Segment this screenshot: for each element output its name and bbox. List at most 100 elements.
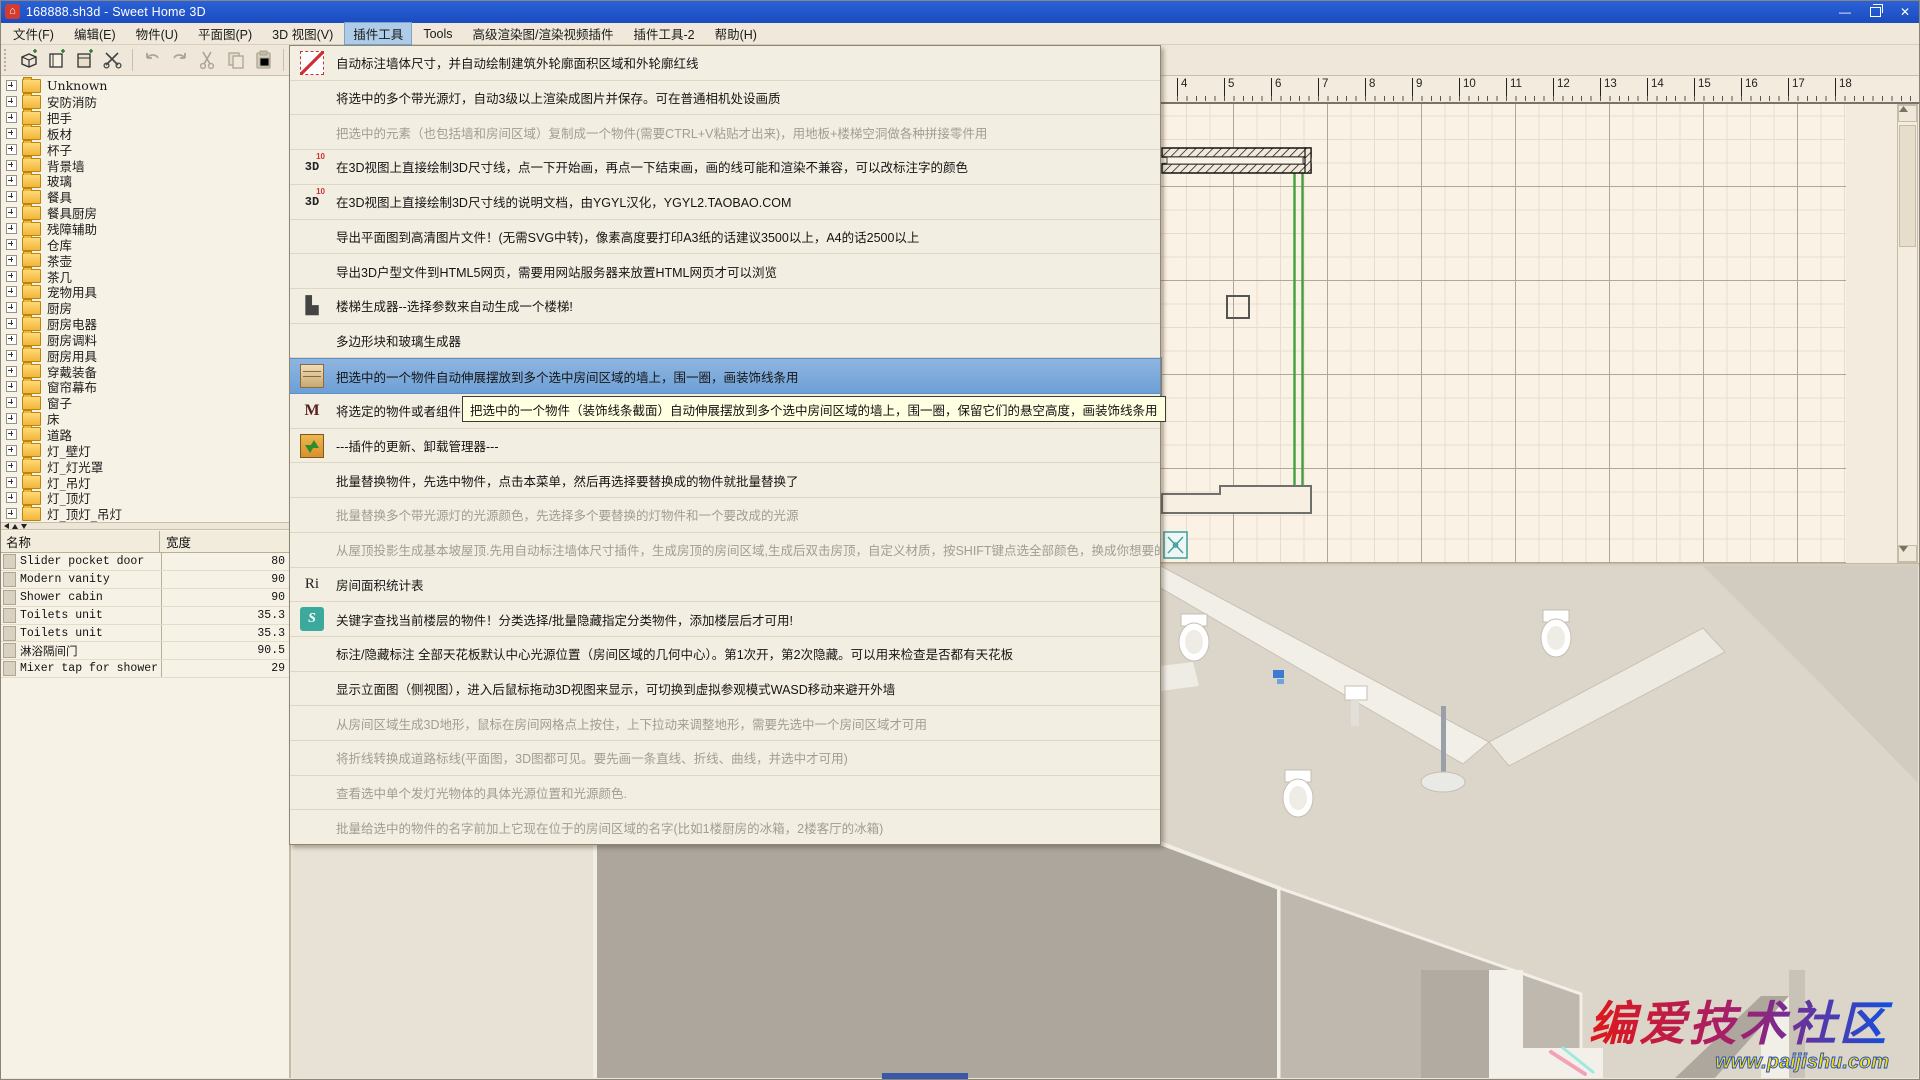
menu-root-item[interactable]: 帮助(H) <box>706 22 766 45</box>
plugin-menu-item[interactable]: 在3D视图上直接绘制3D尺寸线的说明文档，由YGYL汉化，YGYL2.TAOBA… <box>290 185 1160 220</box>
expand-plus-icon[interactable] <box>6 96 17 107</box>
modify-tool-button[interactable] <box>100 47 126 73</box>
column-outline[interactable] <box>1227 296 1249 318</box>
plugin-menu-item[interactable]: 关键字查找当前楼层的物件！分类选择/批量隐藏指定分类物件，添加楼层后才可用! <box>290 602 1160 637</box>
expand-plus-icon[interactable] <box>6 160 17 171</box>
tree-category-row[interactable]: 灯_顶灯_吊灯 <box>6 506 289 522</box>
menu-root-item[interactable]: Tools <box>414 25 461 43</box>
import-furniture-button[interactable] <box>44 47 70 73</box>
copy-button[interactable] <box>223 47 249 73</box>
plugin-menu-item[interactable]: 标注/隐藏标注 全部天花板默认中心光源位置（房间区域的几何中心）。第1次开，第2… <box>290 637 1160 672</box>
expand-plus-icon[interactable] <box>6 381 17 392</box>
expand-plus-icon[interactable] <box>6 366 17 377</box>
selected-wall-lines[interactable] <box>1162 156 1303 486</box>
expand-plus-icon[interactable] <box>6 397 17 408</box>
furniture-row[interactable]: Shower cabin 90 <box>0 589 289 607</box>
plugin-menu-item[interactable]: ---插件的更新、卸载管理器--- <box>290 429 1160 464</box>
expand-plus-icon[interactable] <box>6 223 17 234</box>
expand-plus-icon[interactable] <box>6 302 17 313</box>
toilet[interactable] <box>1541 610 1571 657</box>
menu-root-item[interactable]: 物件(U) <box>127 22 187 45</box>
plugin-menu-item[interactable]: 把选中的元素（也包括墙和房间区域）复制成一个物件(需要CTRL+V粘贴才出来)，… <box>290 115 1160 150</box>
scroll-up-arrow-icon[interactable] <box>1898 105 1917 122</box>
plugin-menu-item[interactable]: 批量替换物件，先选中物件，点击本菜单，然后再选择要替换成的物件就批量替换了 <box>290 463 1160 498</box>
cut-button[interactable] <box>195 47 221 73</box>
paste-button[interactable] <box>251 47 277 73</box>
plugin-menu-item[interactable]: 从屋顶投影生成基本坡屋顶.先用自动标注墙体尺寸插件，生成房顶的房间区域,生成后双… <box>290 533 1160 568</box>
plugin-menu-item[interactable]: 从房间区域生成3D地形，鼠标在房间网格点上按住，上下拉动来调整地形，需要先选中一… <box>290 706 1160 741</box>
wall-outline[interactable] <box>1162 486 1311 513</box>
furniture-catalog-tree[interactable]: Unknown 安防消防 把手 板材 杯 <box>0 75 289 522</box>
expand-plus-icon[interactable] <box>6 128 17 139</box>
minimize-button[interactable]: — <box>1830 0 1860 23</box>
menu-root-item[interactable]: 编辑(E) <box>65 22 125 45</box>
splitter-down-arrow-icon[interactable] <box>21 524 27 529</box>
plugin-menu-item[interactable]: 房间面积统计表 <box>290 568 1160 603</box>
furniture-row[interactable]: Mixer tap for shower 29 <box>0 660 289 678</box>
expand-plus-icon[interactable] <box>6 508 17 519</box>
plugin-menu-item[interactable]: 批量替换多个带光源灯的光源颜色，先选择多个要替换的灯物件和一个要改成的光源 <box>290 498 1160 533</box>
column-header-width[interactable]: 宽度 <box>160 531 289 552</box>
plugin-menu-item[interactable]: 将折线转换成道路标线(平面图，3D图都可见。要先画一条直线、折线、曲线，并选中才… <box>290 741 1160 776</box>
plugin-menu-item[interactable]: 查看选中单个发灯光物体的具体光源位置和光源颜色. <box>290 776 1160 811</box>
menu-root-item[interactable]: 3D 视图(V) <box>263 22 342 45</box>
furniture-row[interactable]: Toilets unit 35.3 <box>0 607 289 625</box>
expand-plus-icon[interactable] <box>6 239 17 250</box>
furniture-row[interactable]: Slider pocket door 80 <box>0 553 289 571</box>
expand-plus-icon[interactable] <box>6 191 17 202</box>
menu-item-label: 显示立面图（侧视图），进入后鼠标拖动3D视图来显示，可切换到虚拟参观模式WASD… <box>336 679 895 698</box>
expand-plus-icon[interactable] <box>6 271 17 282</box>
expand-plus-icon[interactable] <box>6 255 17 266</box>
close-button[interactable]: ✕ <box>1890 0 1920 23</box>
expand-plus-icon[interactable] <box>6 461 17 472</box>
splitter-left-arrow-icon[interactable] <box>4 523 9 529</box>
plugin-menu-item[interactable]: 多边形块和玻璃生成器 <box>290 324 1160 359</box>
plugin-menu-item[interactable]: 把选中的一个物件自动伸展摆放到多个选中房间区域的墙上，围一圈，画装饰线条用 <box>290 358 1160 394</box>
undo-button[interactable] <box>139 47 165 73</box>
expand-plus-icon[interactable] <box>6 429 17 440</box>
expand-plus-icon[interactable] <box>6 144 17 155</box>
redo-button[interactable] <box>167 47 193 73</box>
hatched-wall[interactable] <box>1162 148 1311 173</box>
toilet[interactable] <box>1179 614 1209 661</box>
expand-plus-icon[interactable] <box>6 445 17 456</box>
plugin-menu-item[interactable]: 批量给选中的物件的名字前加上它现在位于的房间区域的名字(比如1楼厨房的冰箱，2楼… <box>290 810 1160 844</box>
plugin-menu-item[interactable]: 导出平面图到高清图片文件！(无需SVG中转)，像素高度要打印A3纸的话建议350… <box>290 220 1160 255</box>
toilet[interactable] <box>1283 770 1313 817</box>
expand-plus-icon[interactable] <box>6 350 17 361</box>
expand-plus-icon[interactable] <box>6 413 17 424</box>
expand-plus-icon[interactable] <box>6 334 17 345</box>
furniture-row[interactable]: Toilets unit 35.3 <box>0 625 289 643</box>
expand-plus-icon[interactable] <box>6 175 17 186</box>
add-furniture-button[interactable] <box>16 47 42 73</box>
plugin-menu-item[interactable]: 在3D视图上直接绘制3D尺寸线，点一下开始画，再点一下结束画，画的线可能和渲染不… <box>290 150 1160 185</box>
menu-root-item[interactable]: 平面图(P) <box>189 22 261 45</box>
expand-plus-icon[interactable] <box>6 492 17 503</box>
plugin-menu-item[interactable]: 显示立面图（侧视图），进入后鼠标拖动3D视图来显示，可切换到虚拟参观模式WASD… <box>290 672 1160 707</box>
splitter-up-arrow-icon[interactable] <box>12 524 18 529</box>
catalog-table-splitter[interactable] <box>0 522 289 530</box>
menu-root-item[interactable]: 高级渲染图/渲染视频插件 <box>464 22 623 45</box>
menu-root-item[interactable]: 文件(F) <box>4 22 63 45</box>
expand-plus-icon[interactable] <box>6 318 17 329</box>
plugin-menu-item[interactable]: 楼梯生成器--选择参数来自动生成一个楼梯! <box>290 289 1160 324</box>
expand-plus-icon[interactable] <box>6 80 17 91</box>
expand-plus-icon[interactable] <box>6 207 17 218</box>
expand-plus-icon[interactable] <box>6 112 17 123</box>
menu-root-item[interactable]: 插件工具-2 <box>624 22 703 45</box>
import-texture-button[interactable] <box>72 47 98 73</box>
plan-vertical-scrollbar[interactable] <box>1897 104 1918 563</box>
plugin-menu-item[interactable]: 导出3D户型文件到HTML5网页，需要用网站服务器来放置HTML网页才可以浏览 <box>290 254 1160 289</box>
scroll-down-arrow-icon[interactable] <box>1898 545 1917 562</box>
toolbar-grip[interactable] <box>4 49 10 71</box>
expand-plus-icon[interactable] <box>6 477 17 488</box>
column-header-name[interactable]: 名称 <box>0 531 160 552</box>
expand-plus-icon[interactable] <box>6 286 17 297</box>
furniture-row[interactable]: 淋浴隔间门 90.5 <box>0 642 289 660</box>
restore-button[interactable] <box>1860 0 1890 23</box>
furniture-row[interactable]: Modern vanity 90 <box>0 571 289 589</box>
scrollbar-thumb[interactable] <box>1899 125 1916 247</box>
plugin-menu-item[interactable]: 自动标注墙体尺寸，并自动绘制建筑外轮廓面积区域和外轮廓红线 <box>290 46 1160 81</box>
menu-root-item[interactable]: 插件工具 <box>344 22 412 45</box>
plugin-menu-item[interactable]: 将选中的多个带光源灯，自动3级以上渲染成图片并保存。可在普通相机处设画质 <box>290 81 1160 116</box>
